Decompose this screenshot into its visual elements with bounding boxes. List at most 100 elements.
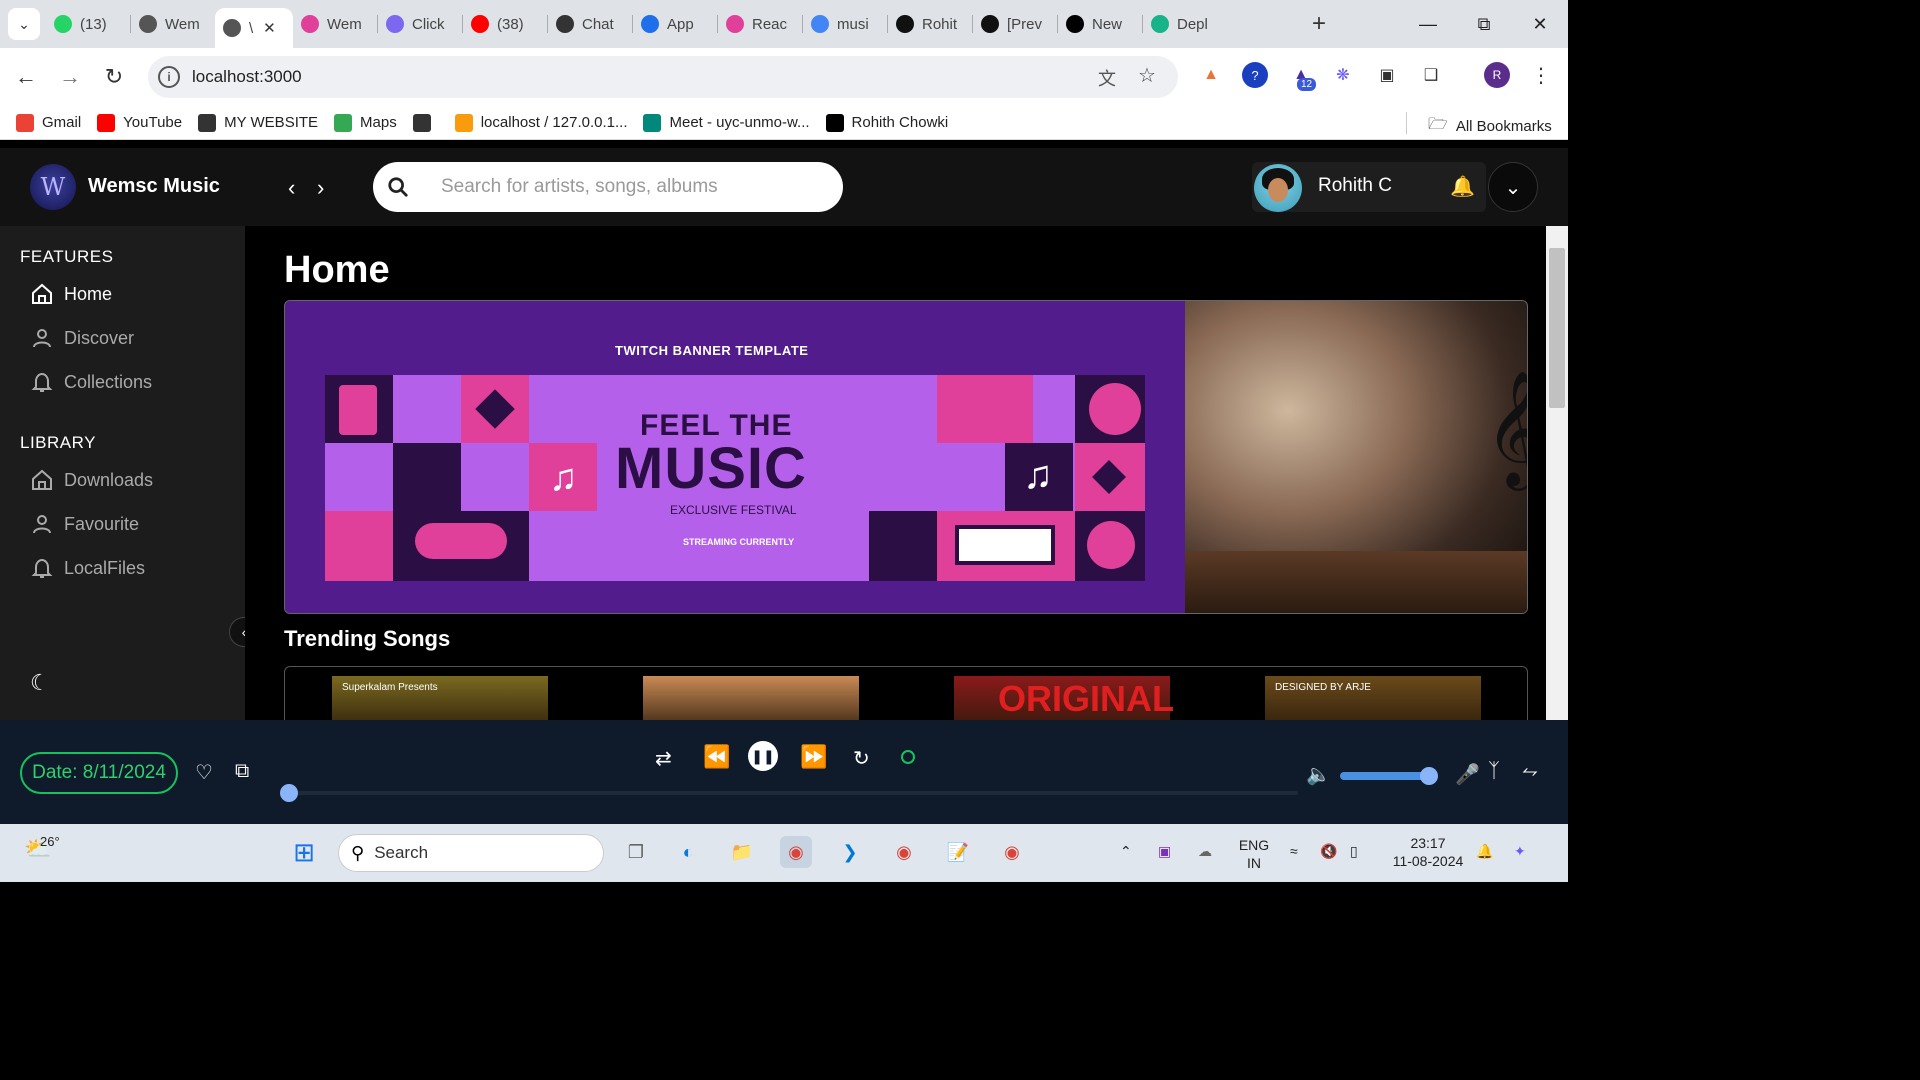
heart-icon[interactable]: ♡ [195,760,213,785]
browser-tab[interactable]: [Prev [973,7,1057,41]
history-back-button[interactable]: ‹ [288,175,295,201]
back-button[interactable]: ← [8,59,44,95]
history-forward-button[interactable]: › [317,175,324,201]
bookmark-item[interactable]: YouTube [97,113,182,132]
trending-song-card[interactable] [643,676,859,720]
page-scrollbar[interactable] [1546,226,1568,720]
trending-song-card[interactable]: DESIGNED BY ARJE [1265,676,1481,720]
microphone-icon[interactable]: 🎤 [1455,762,1480,787]
bookmark-item[interactable]: Gmail [16,113,81,132]
tray-chevron-icon[interactable]: ⌃ [1120,842,1132,860]
volume-slider[interactable] [1340,772,1431,780]
tab-search-button[interactable]: ⌄ [8,8,40,40]
notepad-icon[interactable]: 📝 [942,836,974,868]
restore-button[interactable]: ⧉ [1456,0,1512,48]
browser-tab[interactable]: Wem [293,7,377,41]
asterisk-extension-icon[interactable]: ❋ [1330,62,1356,88]
profile-dropdown-button[interactable]: ⌄ [1488,162,1538,212]
clock[interactable]: 23:17 11-08-2024 [1384,834,1472,870]
browser-tab[interactable]: Click [378,7,462,41]
sidebar-item-localfiles[interactable]: LocalFiles [30,556,145,580]
bookmark-item[interactable]: Rohith Chowki [825,113,948,132]
notification-bell-icon[interactable]: 🔔 [1450,174,1475,199]
share-icon[interactable]: ⥊ [1522,760,1538,783]
browser-tab[interactable]: App [633,7,717,41]
bookmark-item[interactable] [412,113,439,132]
bookmark-item[interactable]: MY WEBSITE [198,113,318,132]
extension-icon[interactable]: ▲ [1198,62,1224,88]
help-extension-icon[interactable]: ? [1242,62,1268,88]
trending-song-card[interactable]: Superkalam Presents [332,676,548,720]
menu-kebab-icon[interactable]: ⋮ [1528,62,1554,88]
bookmark-star-icon[interactable]: ☆ [1138,63,1156,88]
battery-icon[interactable]: ▯ [1350,842,1358,860]
onedrive-icon[interactable]: ☁ [1198,842,1212,860]
progress-knob[interactable] [280,784,298,802]
start-button[interactable]: ⊞ [288,836,320,868]
bookmark-item[interactable]: Meet - uyc-unmo-w... [643,113,810,132]
add-to-playlist-icon[interactable]: ⧉ [235,760,249,783]
scrollbar-thumb[interactable] [1549,248,1565,408]
close-tab-icon[interactable]: ✕ [263,19,276,37]
next-track-icon[interactable]: ⏩ [800,744,827,770]
bookmark-item[interactable]: Maps [334,113,397,132]
taskbar-search[interactable]: ⚲ Search [338,834,604,872]
reload-button[interactable]: ↻ [96,59,132,95]
browser-tab[interactable]: (13) [46,7,130,41]
all-bookmarks-button[interactable]: 🗁 All Bookmarks [1428,113,1552,140]
pause-button[interactable]: ❚❚ [748,741,778,771]
search-placeholder[interactable]: Search for artists, songs, albums [441,176,718,198]
volume-knob[interactable] [1420,767,1438,785]
search-bar[interactable]: Search for artists, songs, albums [373,162,843,212]
progress-track[interactable] [288,791,1298,795]
browser-tab[interactable]: Reac [718,7,802,41]
browser-tab[interactable]: Rohit [888,7,972,41]
sidebar-item-home[interactable]: Home [30,282,112,306]
task-view-icon[interactable]: ❐ [620,836,652,868]
url-text[interactable]: localhost:3000 [192,67,302,87]
browser-tab[interactable]: musi [803,7,887,41]
edge-icon[interactable]: ◐ [672,836,704,868]
sidebar-item-discover[interactable]: Discover [30,326,134,350]
file-explorer-icon[interactable]: 📁 [726,836,758,868]
browser-tab[interactable]: \ ✕ [215,8,293,48]
new-tab-button[interactable]: + [1306,10,1332,38]
bookmark-item[interactable]: localhost / 127.0.0.1... [454,113,627,132]
moon-icon[interactable]: ☾ [30,670,50,696]
browser-tab[interactable]: Chat [548,7,632,41]
copilot-icon[interactable]: ✦ [1514,842,1526,860]
app-logo[interactable]: W [30,164,76,210]
browser-tab[interactable]: New [1058,7,1142,41]
sidebar-item-favourite[interactable]: Favourite [30,512,139,536]
wifi-icon[interactable]: ≈ [1290,842,1298,860]
pip-icon[interactable]: ▣ [1374,62,1400,88]
hero-banner[interactable]: TWITCH BANNER TEMPLATE ♫ ♫ FEEL THE MUSI… [284,300,1528,614]
vscode-icon[interactable]: ❯ [834,836,866,868]
sidebar-item-collections[interactable]: Collections [30,370,152,394]
minimize-button[interactable]: — [1400,0,1456,48]
repeat-icon[interactable]: ↻ [853,746,870,771]
chrome-icon[interactable]: ◉ [780,836,812,868]
shuffle-icon[interactable]: ⇄ [655,746,672,771]
onenote-icon[interactable]: ▣ [1158,842,1171,860]
browser-tab[interactable]: Depl [1143,7,1227,41]
user-profile-card[interactable]: Rohith C 🔔 [1252,162,1486,212]
close-window-button[interactable]: ✕ [1512,0,1568,48]
mute-icon[interactable]: 🔇 [1320,842,1337,860]
previous-track-icon[interactable]: ⏪ [703,744,730,770]
browser-tab[interactable]: (38) [463,7,547,41]
extensions-puzzle-icon[interactable]: ❑ [1418,62,1444,88]
volume-icon[interactable]: 🔈 [1306,762,1331,787]
forward-button[interactable]: → [52,59,88,95]
sidebar-item-downloads[interactable]: Downloads [30,468,153,492]
notification-bell-icon[interactable]: 🔔 [1476,842,1493,860]
browser-tab[interactable]: Wem [131,7,215,41]
trending-song-card[interactable]: ORIGINAL [954,676,1174,720]
address-bar[interactable]: i localhost:3000 文 ☆ [148,56,1178,98]
bluetooth-icon[interactable]: ᛉ [1488,760,1500,783]
chrome-icon[interactable]: ◉ [996,836,1028,868]
translate-icon[interactable]: 文 [1098,65,1116,91]
user-avatar[interactable] [1254,164,1302,212]
language-indicator[interactable]: ENG IN [1234,836,1274,872]
site-info-icon[interactable]: i [158,66,180,88]
